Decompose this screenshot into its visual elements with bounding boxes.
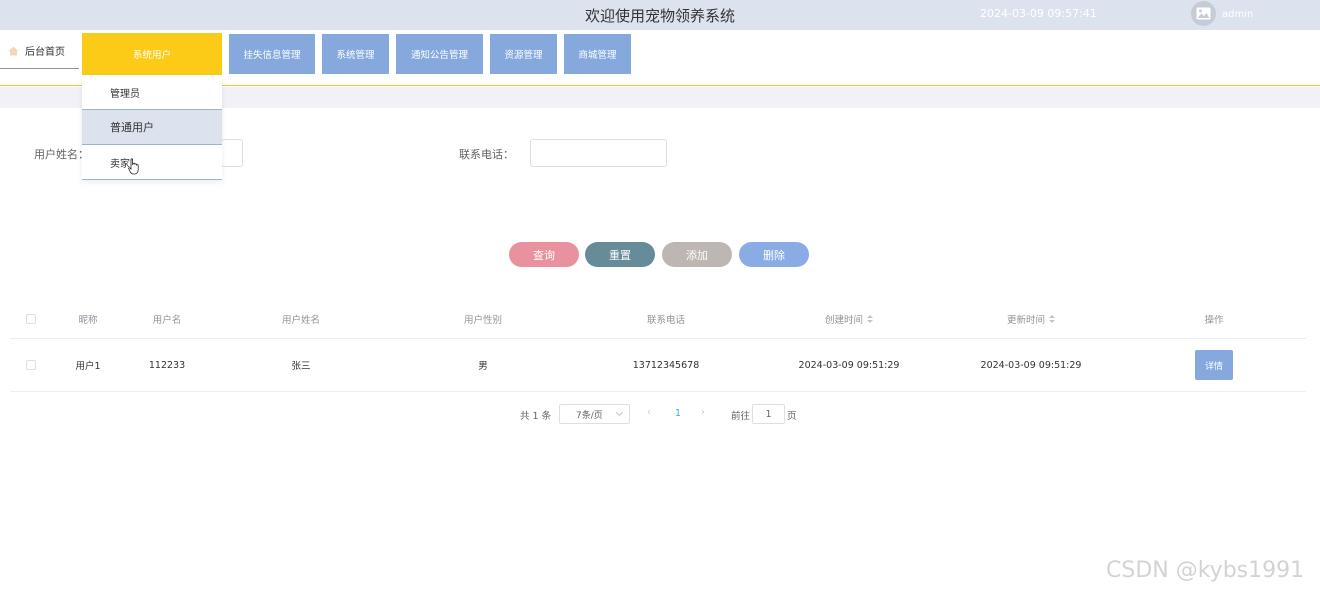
column-header-phone: 联系电话: [646, 314, 685, 326]
system-users-dropdown: 管理员 普通用户 卖家: [82, 75, 222, 180]
cell-action: 详情: [1122, 339, 1306, 391]
column-header-created[interactable]: 创建时间: [758, 299, 940, 338]
home-icon: [8, 46, 19, 55]
site-title: 欢迎使用宠物领养系统: [584, 7, 735, 25]
page-size-select[interactable]: 7条/页: [559, 404, 630, 424]
sort-caret-icon[interactable]: [1049, 314, 1055, 323]
dropdown-item-seller[interactable]: 卖家: [82, 145, 222, 180]
sort-caret-icon[interactable]: [867, 314, 873, 323]
table-header-row: 昵称 用户名 用户姓名 用户性别 联系电话 创建时间 更新时间 操作: [10, 299, 1306, 339]
column-header-username: 用户名: [152, 314, 182, 326]
select-all-checkbox[interactable]: [26, 313, 36, 324]
column-header-gender: 用户性别: [463, 314, 502, 326]
column-header-nickname: 昵称: [78, 314, 98, 326]
chevron-down-icon: [615, 408, 624, 417]
header-bar: 欢迎使用宠物领养系统 2024-03-09 09:57:41 admin: [0, 0, 1320, 30]
current-datetime: 2024-03-09 09:57:41: [980, 7, 1097, 20]
user-table: 昵称 用户名 用户姓名 用户性别 联系电话 创建时间 更新时间 操作 用户1 1…: [10, 299, 1306, 392]
column-header-realname: 用户姓名: [281, 314, 320, 326]
delete-button[interactable]: 删除: [739, 242, 809, 267]
cell-created: 2024-03-09 09:51:29: [798, 359, 900, 371]
image-icon: [1196, 7, 1211, 20]
next-page-icon[interactable]: ›: [701, 407, 705, 418]
nav-shop-management[interactable]: 商城管理: [564, 34, 631, 74]
cell-phone: 13712345678: [632, 359, 700, 371]
dropdown-item-regular-user[interactable]: 普通用户: [82, 110, 222, 145]
cell-gender: 男: [478, 361, 488, 372]
row-select-cell[interactable]: [10, 339, 52, 391]
phone-label: 联系电话：: [459, 148, 514, 161]
goto-page-input[interactable]: 1: [752, 404, 785, 424]
user-name-label: 用户姓名：: [34, 148, 89, 161]
cell-username: 112233: [148, 359, 186, 371]
watermark: CSDN @kybs1991: [1106, 558, 1305, 583]
prev-page-icon[interactable]: ‹: [647, 407, 651, 418]
column-header-action: 操作: [1204, 314, 1224, 326]
page-size-value: 7条/页: [576, 410, 603, 421]
column-header-updated-label: 更新时间: [1006, 314, 1045, 326]
pagination-total: 共 1 条: [520, 411, 552, 422]
column-header-created-label: 创建时间: [824, 314, 863, 326]
goto-label: 前往: [731, 411, 751, 422]
nav-lost-info[interactable]: 挂失信息管理: [229, 34, 315, 74]
page: 欢迎使用宠物领养系统 2024-03-09 09:57:41 admin 后台首…: [0, 0, 1320, 596]
nav-home[interactable]: 后台首页: [0, 33, 79, 69]
cell-realname: 张三: [291, 361, 311, 372]
cell-updated: 2024-03-09 09:51:29: [980, 359, 1082, 371]
dropdown-item-admin[interactable]: 管理员: [82, 75, 222, 110]
select-all-cell[interactable]: [10, 299, 52, 338]
phone-input[interactable]: [530, 139, 667, 167]
column-header-updated[interactable]: 更新时间: [940, 299, 1122, 338]
nav-notice-management[interactable]: 通知公告管理: [396, 34, 483, 74]
nav-system-users[interactable]: 系统用户: [82, 33, 222, 75]
row-checkbox[interactable]: [26, 360, 36, 370]
nav-resource-management[interactable]: 资源管理: [490, 34, 557, 74]
user-name-input[interactable]: [221, 139, 243, 167]
username[interactable]: admin: [1222, 9, 1253, 20]
add-button[interactable]: 添加: [662, 242, 732, 267]
cell-nickname: 用户1: [75, 361, 101, 372]
query-button[interactable]: 查询: [509, 242, 579, 267]
page-suffix-label: 页: [787, 411, 797, 422]
table-row: 用户1 112233 张三 男 13712345678 2024-03-09 0…: [10, 339, 1306, 392]
nav-home-label: 后台首页: [25, 47, 65, 58]
hand-cursor-icon: [128, 158, 139, 175]
nav-system-management[interactable]: 系统管理: [322, 34, 389, 74]
detail-button[interactable]: 详情: [1195, 350, 1233, 380]
current-page-number[interactable]: 1: [675, 408, 681, 419]
reset-button[interactable]: 重置: [585, 242, 655, 267]
user-avatar[interactable]: [1191, 1, 1216, 26]
